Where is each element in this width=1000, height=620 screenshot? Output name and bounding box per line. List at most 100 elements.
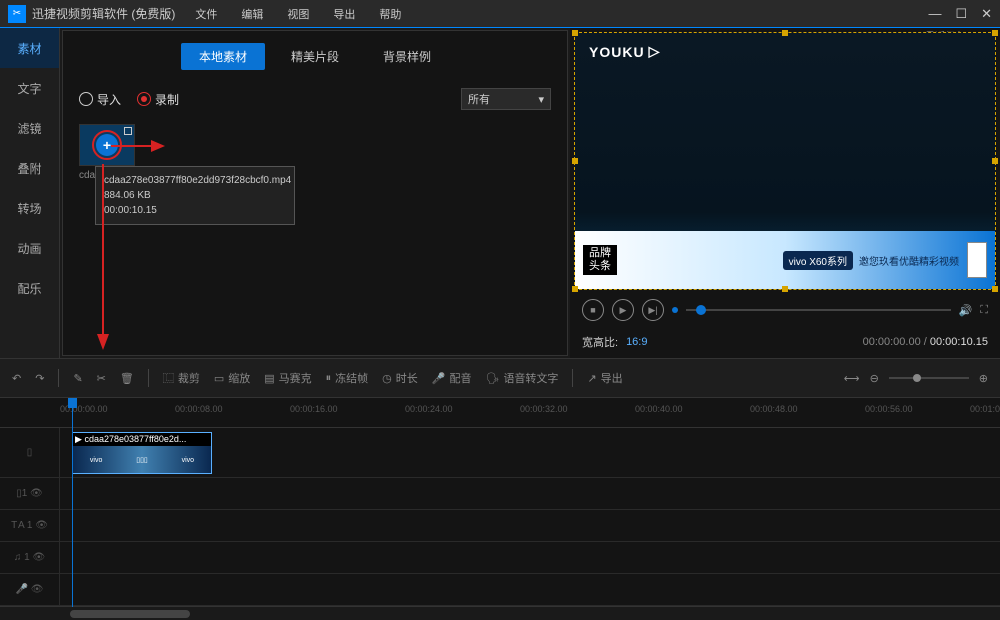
- zoom-slider[interactable]: [889, 377, 969, 379]
- sidebar-tab-animation[interactable]: 动画: [0, 228, 59, 268]
- tooltip-name: cdaa278e03877ff80e2dd973f28cbcf0.mp4: [104, 173, 286, 188]
- step-button[interactable]: ▶|: [642, 299, 664, 321]
- crop-button[interactable]: ⿺裁剪: [163, 370, 200, 386]
- mic-track[interactable]: 🎤 👁: [0, 574, 1000, 606]
- sidebar-tab-overlay[interactable]: 叠附: [0, 148, 59, 188]
- play-button[interactable]: ▶: [612, 299, 634, 321]
- dub-button[interactable]: 🎤配音: [432, 370, 472, 386]
- preview-canvas[interactable]: YOUKU▷ 品牌 头条 vivo X60系列 邀您玖看优酷精彩视频: [574, 32, 996, 290]
- banner-tag: vivo X60系列: [783, 251, 853, 270]
- progress-slider[interactable]: [686, 309, 951, 311]
- sidebar-tab-music[interactable]: 配乐: [0, 268, 59, 308]
- ruler-tick: 00:00:48.00: [750, 404, 798, 414]
- marker-dot-icon: [672, 307, 678, 313]
- timeline: 00:00:00.00 00:00:08.00 00:00:16.00 00:0…: [0, 398, 1000, 620]
- window-controls: — ☐ ✕: [928, 6, 992, 22]
- preview-banner: 品牌 头条 vivo X60系列 邀您玖看优酷精彩视频: [575, 231, 995, 289]
- fullscreen-icon[interactable]: ⛶: [980, 304, 988, 317]
- material-tab-bg[interactable]: 背景样例: [365, 43, 449, 70]
- filter-select-label: 所有: [468, 91, 490, 107]
- zoom-out-icon[interactable]: ⊖: [870, 372, 879, 385]
- import-row: 导入 录制 所有 ▾: [63, 82, 567, 116]
- material-thumbnail[interactable]: +: [79, 124, 135, 166]
- clip-icon: ▶: [75, 434, 82, 444]
- ruler-tick: 00:00:32.00: [520, 404, 568, 414]
- fit-icon[interactable]: ⟷: [844, 372, 860, 385]
- edit-toolbar: ↶ ↷ ✎ ✂ 🗑 ⿺裁剪 ▭缩放 ▤马赛克 ⏸冻结帧 ◷时长 🎤配音 🗣语音转…: [0, 358, 1000, 398]
- app-title: 迅捷视频剪辑软件 (免费版): [32, 5, 175, 22]
- sidebar-tab-transition[interactable]: 转场: [0, 188, 59, 228]
- app-icon: ✂: [8, 5, 26, 23]
- menu-view[interactable]: 视图: [287, 6, 309, 22]
- thumb-area: + cda cdaa278e03877ff80e2dd973f28cbcf0.m…: [63, 116, 567, 189]
- filter-select[interactable]: 所有 ▾: [461, 88, 551, 110]
- record-label: 录制: [155, 91, 179, 108]
- zoom-button[interactable]: ▭缩放: [214, 370, 250, 386]
- close-icon[interactable]: ✕: [981, 6, 992, 22]
- track-head-audio: ♫ 1 👁: [0, 542, 60, 573]
- freeze-icon: ⏸: [326, 372, 332, 385]
- tracks: ▯ ▶ cdaa278e03877ff80e2d... vivo▯▯▯vivo …: [0, 428, 1000, 606]
- menu-help[interactable]: 帮助: [379, 6, 401, 22]
- add-to-timeline-icon[interactable]: +: [96, 134, 118, 156]
- sidebar-tab-filter[interactable]: 滤镜: [0, 108, 59, 148]
- duration-button[interactable]: ◷时长: [382, 370, 418, 386]
- cut-icon[interactable]: ✂: [97, 372, 106, 385]
- ruler-tick: 00:00:40.00: [635, 404, 683, 414]
- edit-icon[interactable]: ✎: [73, 372, 82, 385]
- import-button[interactable]: 导入: [79, 91, 121, 108]
- playback-bar: ■ ▶ ▶| 🔊 ⛶: [574, 290, 996, 330]
- video-clip[interactable]: ▶ cdaa278e03877ff80e2d... vivo▯▯▯vivo: [72, 432, 212, 474]
- ratio-value[interactable]: 16:9: [626, 336, 647, 348]
- time-ruler[interactable]: 00:00:00.00 00:00:08.00 00:00:16.00 00:0…: [0, 398, 1000, 428]
- overlay-track[interactable]: ▯1 👁: [0, 478, 1000, 510]
- zoom-in-icon[interactable]: ⊕: [979, 372, 988, 385]
- mosaic-button[interactable]: ▤马赛克: [264, 370, 311, 386]
- titlebar: ✂ 迅捷视频剪辑软件 (免费版) 文件 编辑 视图 导出 帮助 — ☐ ✕: [0, 0, 1000, 28]
- clip-name: cdaa278e03877ff80e2d...: [84, 434, 186, 444]
- zoom-icon: ▭: [214, 372, 224, 385]
- preview-panel: YOUKU▷ 品牌 头条 vivo X60系列 邀您玖看优酷精彩视频 ■ ▶ ▶…: [570, 28, 1000, 358]
- menu-edit[interactable]: 编辑: [241, 6, 263, 22]
- material-panel: 本地素材 精美片段 背景样例 导入 录制 所有 ▾ + cd: [62, 30, 568, 356]
- stop-button[interactable]: ■: [582, 299, 604, 321]
- sidebar: 素材 文字 滤镜 叠附 转场 动画 配乐: [0, 28, 60, 358]
- import-label: 导入: [97, 91, 121, 108]
- ruler-tick: 00:01:0: [970, 404, 1000, 414]
- playhead[interactable]: [72, 398, 73, 607]
- thumb-marker-icon: [124, 127, 132, 135]
- undo-icon[interactable]: ↶: [12, 372, 21, 385]
- maximize-icon[interactable]: ☐: [955, 6, 967, 22]
- import-icon: [79, 92, 93, 106]
- chevron-down-icon: ▾: [538, 93, 544, 106]
- minimize-icon[interactable]: —: [928, 6, 941, 22]
- ruler-tick: 00:00:16.00: [290, 404, 338, 414]
- menu-file[interactable]: 文件: [195, 6, 217, 22]
- export-icon: ↗: [587, 372, 596, 385]
- mic-icon: 🎤: [432, 372, 446, 385]
- tooltip-duration: 00:00:10.15: [104, 203, 286, 218]
- menu-export[interactable]: 导出: [333, 6, 355, 22]
- record-button[interactable]: 录制: [137, 91, 179, 108]
- banner-text: 邀您玖看优酷精彩视频: [859, 253, 959, 268]
- sidebar-tab-material[interactable]: 素材: [0, 28, 59, 68]
- material-tab-local[interactable]: 本地素材: [181, 43, 265, 70]
- sidebar-tab-text[interactable]: 文字: [0, 68, 59, 108]
- delete-icon[interactable]: 🗑: [120, 372, 134, 385]
- audio-track[interactable]: ♫ 1 👁: [0, 542, 1000, 574]
- text-track[interactable]: T A 1 👁: [0, 510, 1000, 542]
- material-tab-featured[interactable]: 精美片段: [273, 43, 357, 70]
- track-head-mic: 🎤 👁: [0, 574, 60, 605]
- export-button[interactable]: ↗导出: [587, 370, 622, 386]
- mosaic-icon: ▤: [264, 372, 274, 385]
- redo-icon[interactable]: ↷: [35, 372, 44, 385]
- timeline-scrollbar[interactable]: [0, 606, 1000, 620]
- track-head-video: ▯: [0, 428, 60, 477]
- scrollbar-thumb[interactable]: [70, 610, 190, 618]
- volume-icon[interactable]: 🔊: [959, 304, 973, 317]
- stt-button[interactable]: 🗣语音转文字: [485, 370, 558, 386]
- freeze-button[interactable]: ⏸冻结帧: [326, 370, 369, 386]
- stt-icon: 🗣: [485, 372, 499, 385]
- banner-brand: 品牌 头条: [583, 245, 617, 275]
- video-track[interactable]: ▯ ▶ cdaa278e03877ff80e2d... vivo▯▯▯vivo: [0, 428, 1000, 478]
